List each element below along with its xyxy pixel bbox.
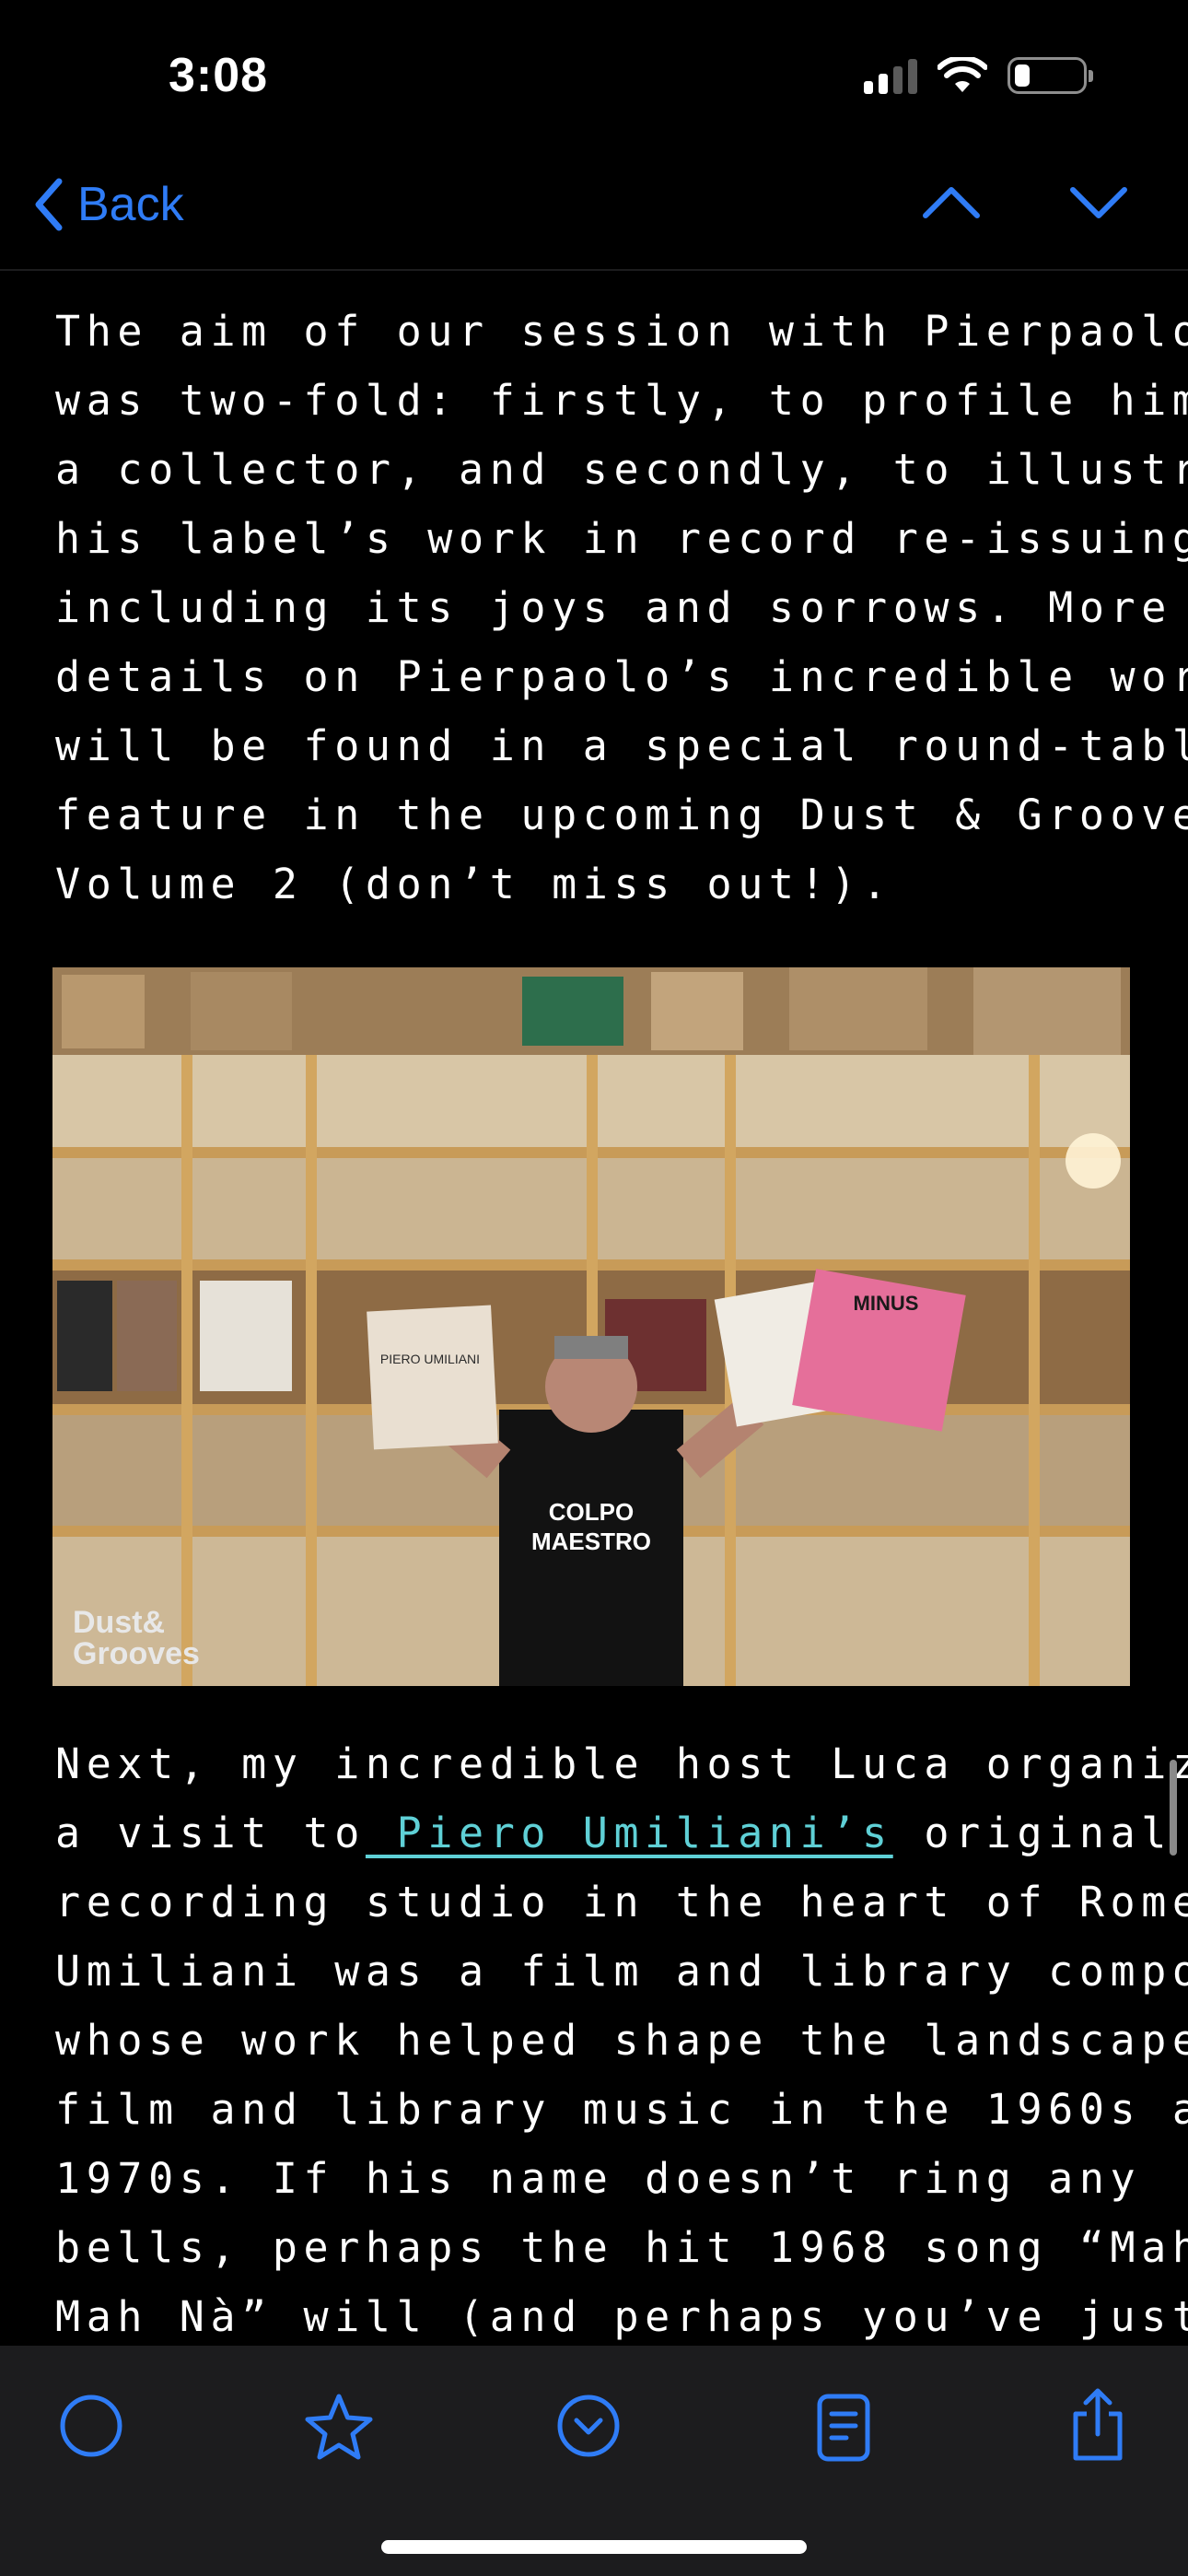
text-line: whose work helped shape the landscape of — [55, 2016, 1188, 2065]
text-line: Next, my incredible host Luca organized — [55, 1739, 1188, 1788]
next-article-button[interactable] — [1068, 184, 1129, 225]
share-button[interactable] — [1066, 2386, 1129, 2467]
notes-icon — [817, 2394, 870, 2462]
cellular-signal-icon — [864, 57, 917, 94]
tshirt-print: MAESTRO — [531, 1528, 651, 1555]
chevron-left-icon — [35, 178, 63, 231]
photo-watermark: Grooves — [73, 1636, 200, 1671]
text-line: a collector, and secondly, to illustrate — [55, 445, 1188, 494]
text-line: details on Pierpaolo’s incredible work — [55, 652, 1188, 701]
back-label: Back — [77, 178, 184, 231]
photo-watermark: Dust& — [73, 1605, 165, 1640]
text-line: Volume 2 (don’t miss out!). — [55, 860, 893, 908]
status-bar: 3:08 — [0, 0, 1188, 157]
previous-article-button[interactable] — [921, 184, 982, 225]
text-line: was two-fold: firstly, to profile him as — [55, 376, 1188, 425]
star-button[interactable] — [302, 2392, 376, 2467]
text-line: recording studio in the heart of Rome. — [55, 1878, 1188, 1926]
back-button[interactable]: Back — [33, 177, 184, 232]
article-paragraph: Next, my incredible host Luca organized … — [55, 1729, 1188, 2346]
status-icons — [864, 57, 1093, 94]
text-line: feature in the upcoming Dust & Grooves — [55, 790, 1188, 839]
piero-umiliani-link[interactable]: Piero Umiliani’s — [366, 1809, 893, 1857]
tshirt-print: COLPO — [549, 1498, 634, 1526]
text-line: bells, perhaps the hit 1968 song “Mah Nà — [55, 2223, 1188, 2272]
text-line: Umiliani was a film and library composer — [55, 1947, 1188, 1996]
home-indicator[interactable] — [381, 2540, 807, 2554]
nav-bar: Back — [0, 157, 1188, 271]
text-line: will be found in a special round-table — [55, 721, 1188, 770]
mark-read-button[interactable] — [57, 2392, 125, 2464]
text-segment: original — [892, 1809, 1172, 1857]
article-photo[interactable]: COLPO MAESTRO PIERO UMILIANI MINUS Dust&… — [52, 967, 1130, 1686]
text-line: The aim of our session with Pierpaolo — [55, 307, 1188, 356]
chevron-circle-icon — [557, 2395, 620, 2457]
star-icon — [305, 2394, 373, 2460]
chevron-up-icon — [923, 187, 980, 218]
scroll-indicator[interactable] — [1170, 1760, 1177, 1856]
text-line: his label’s work in record re-issuing, — [55, 514, 1188, 563]
battery-icon — [1007, 57, 1093, 94]
text-line: including its joys and sorrows. More — [55, 583, 1172, 632]
text-line: film and library music in the 1960s and — [55, 2085, 1188, 2134]
text-segment: a visit to — [55, 1809, 366, 1857]
share-icon — [1073, 2388, 1123, 2461]
circle-icon — [60, 2395, 122, 2457]
record-label: MINUS — [854, 1292, 919, 1315]
record-label: PIERO UMILIANI — [380, 1352, 480, 1366]
reader-view-button[interactable] — [814, 2392, 873, 2467]
status-time: 3:08 — [169, 49, 269, 102]
text-line: 1970s. If his name doesn’t ring any — [55, 2154, 1142, 2203]
chevron-down-icon — [1070, 187, 1127, 218]
article-content[interactable]: The aim of our session with Pierpaolo wa… — [0, 269, 1188, 2346]
article-paragraph: The aim of our session with Pierpaolo wa… — [55, 297, 1188, 919]
text-line: a visit to Piero Umiliani’s original — [55, 1798, 1166, 1868]
text-line: Mah Nà” will (and perhaps you’ve just — [55, 2292, 1188, 2341]
next-unread-button[interactable] — [554, 2392, 623, 2464]
wifi-icon — [938, 57, 987, 92]
